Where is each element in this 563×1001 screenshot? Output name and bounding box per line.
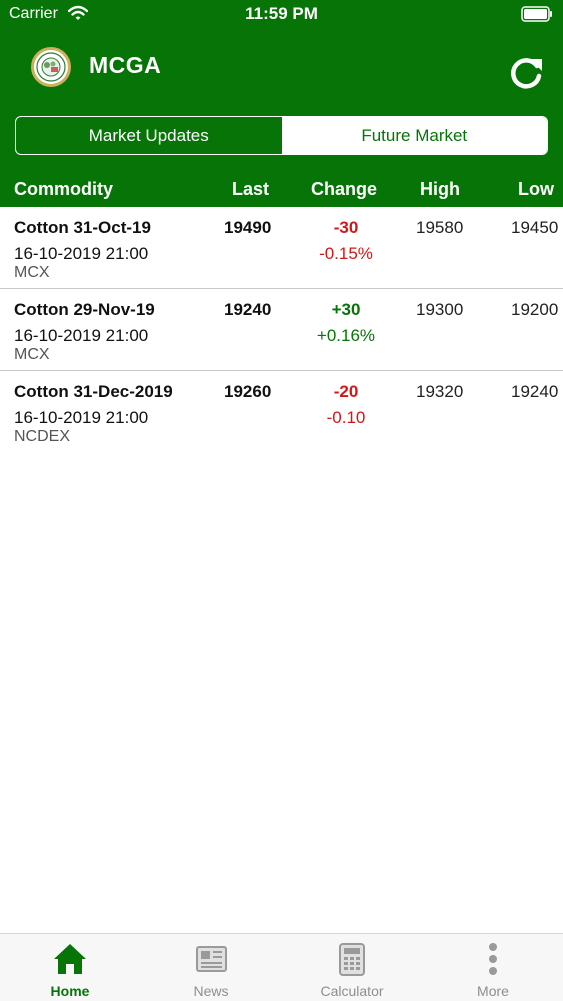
exchange-name: NCDEX [14,428,71,445]
low-price: 19240 [511,382,559,401]
segment-future-market[interactable]: Future Market [281,117,547,154]
high-price: 19580 [416,218,464,237]
price-change-percent: -0.15% [319,244,373,263]
bottom-tab-bar: Home News Calculator More [0,933,563,1001]
high-price: 19320 [416,382,464,401]
tab-more[interactable]: More [423,934,563,1001]
tab-home-label: Home [50,983,90,999]
segment-market-updates[interactable]: Market Updates [16,117,282,154]
status-bar: Carrier 11:59 PM [0,0,563,30]
last-price: 19490 [224,218,272,237]
status-time: 11:59 PM [245,4,318,23]
table-row[interactable]: Cotton 31-Oct-19 16-10-2019 21:00 MCX 19… [0,207,563,289]
app-title: MCGA [89,52,162,78]
app-logo [31,47,71,87]
last-price: 19240 [224,300,272,319]
price-change-percent: +0.16% [316,326,376,345]
column-header-change: Change [311,179,378,199]
tab-more-label: More [477,983,509,999]
tab-calculator[interactable]: Calculator [282,934,422,1001]
low-price: 19200 [511,300,559,319]
table-row[interactable]: Cotton 31-Dec-2019 16-10-2019 21:00 NCDE… [0,371,563,452]
high-price: 19300 [416,300,464,319]
market-segment-control: Market Updates Future Market [15,116,548,155]
price-change: -30 [333,218,359,237]
exchange-name: MCX [14,346,50,363]
price-change-percent: -0.10 [326,408,366,427]
exchange-name: MCX [14,264,50,281]
tab-home[interactable]: Home [0,934,140,1001]
commodity-name: Cotton 29-Nov-19 [14,300,155,319]
low-price: 19450 [511,218,559,237]
app-header: Carrier 11:59 PM MCGA Market Updates Fut… [0,0,563,207]
price-change: +30 [331,300,361,319]
commodity-name: Cotton 31-Dec-2019 [14,382,173,401]
column-header-last: Last [232,179,270,199]
column-header-low: Low [518,179,554,199]
tab-news[interactable]: News [141,934,281,1001]
column-header-high: High [420,179,460,199]
commodity-name: Cotton 31-Oct-19 [14,218,151,237]
update-time: 16-10-2019 21:00 [14,244,149,263]
tab-news-label: News [193,983,229,999]
newspaper-icon [196,946,227,972]
column-header-commodity: Commodity [14,179,113,199]
tab-calculator-label: Calculator [320,983,384,999]
battery-icon [521,6,552,22]
update-time: 16-10-2019 21:00 [14,326,149,345]
more-vertical-icon [489,943,497,975]
calculator-icon [339,943,365,976]
home-icon [54,944,86,974]
price-change: -20 [333,382,359,401]
update-time: 16-10-2019 21:00 [14,408,149,427]
refresh-icon[interactable] [506,54,546,94]
table-row[interactable]: Cotton 29-Nov-19 16-10-2019 21:00 MCX 19… [0,289,563,371]
last-price: 19260 [224,382,272,401]
